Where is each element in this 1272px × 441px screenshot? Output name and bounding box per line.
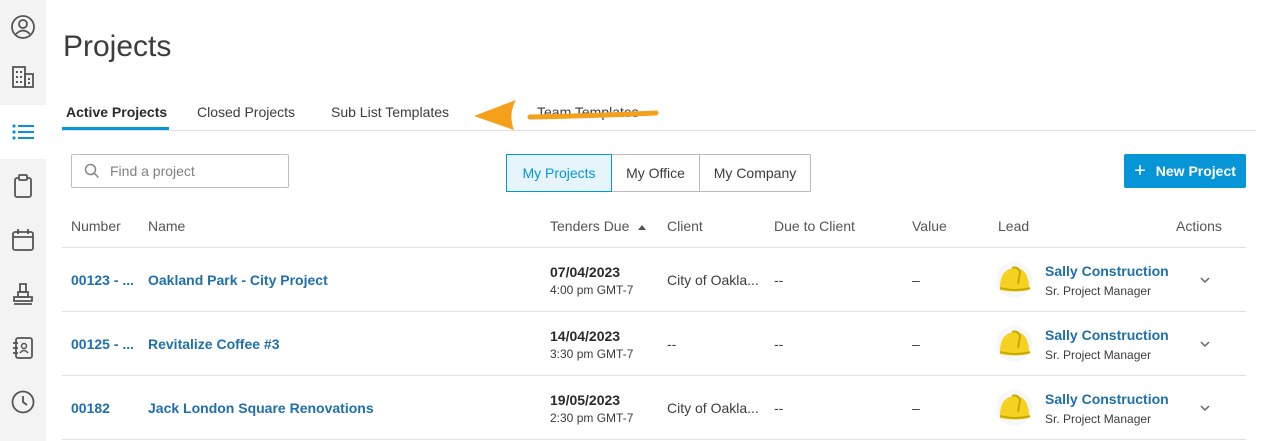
project-name[interactable]: Jack London Square Renovations	[148, 400, 374, 416]
tab-active-projects[interactable]: Active Projects	[66, 104, 167, 120]
plus-icon: +	[1134, 160, 1146, 182]
address-book-icon	[13, 337, 33, 359]
lead-name[interactable]: Sally Construction	[1045, 263, 1169, 279]
hard-hat-avatar-icon	[996, 262, 1032, 298]
header-divider	[62, 247, 1246, 248]
column-header-tenders-due[interactable]: Tenders Due	[550, 218, 647, 234]
lead-role: Sr. Project Manager	[1045, 284, 1152, 298]
clipboard-icon	[14, 174, 32, 198]
calendar-icon	[12, 229, 34, 251]
chevron-down-icon[interactable]	[1198, 273, 1212, 287]
column-header-client[interactable]: Client	[667, 218, 703, 234]
tender-time: 3:30 pm GMT-7	[550, 347, 634, 361]
new-project-button[interactable]: + New Project	[1124, 154, 1246, 188]
lead-name[interactable]: Sally Construction	[1045, 391, 1169, 407]
sidebar-item-history[interactable]	[0, 375, 46, 429]
new-project-label: New Project	[1155, 163, 1236, 179]
lead-name[interactable]: Sally Construction	[1045, 327, 1169, 343]
lead-role: Sr. Project Manager	[1045, 412, 1152, 426]
lead-role: Sr. Project Manager	[1045, 348, 1152, 362]
chevron-down-icon[interactable]	[1198, 337, 1212, 351]
filter-my-projects[interactable]: My Projects	[506, 154, 612, 192]
tender-time: 2:30 pm GMT-7	[550, 411, 634, 425]
chevron-down-icon[interactable]	[1198, 401, 1212, 415]
sort-ascending-icon	[638, 225, 647, 230]
due-to-client: --	[774, 400, 784, 416]
building-icon	[12, 66, 34, 88]
sidebar-item-projects[interactable]	[0, 105, 46, 159]
value: –	[912, 272, 920, 288]
project-scope-filter: My Projects My Office My Company	[506, 154, 811, 192]
sidebar-item-calendar[interactable]	[0, 213, 46, 267]
sidebar-item-approvals[interactable]	[0, 267, 46, 321]
project-name[interactable]: Oakland Park - City Project	[148, 272, 328, 288]
search-input[interactable]	[108, 162, 282, 180]
tab-closed-projects[interactable]: Closed Projects	[197, 104, 295, 120]
column-header-tenders-due-label: Tenders Due	[550, 218, 630, 234]
row-divider	[62, 375, 1246, 376]
tender-date: 14/04/2023	[550, 328, 621, 344]
project-number[interactable]: 00182	[71, 400, 110, 416]
sidebar-item-tasks[interactable]	[0, 159, 46, 213]
sidebar-item-directory[interactable]	[0, 321, 46, 375]
due-to-client: --	[774, 272, 784, 288]
column-header-due-to-client[interactable]: Due to Client	[774, 218, 855, 234]
value: –	[912, 400, 920, 416]
project-name[interactable]: Revitalize Coffee #3	[148, 336, 280, 352]
active-tab-indicator	[62, 127, 169, 130]
hard-hat-avatar-icon	[996, 326, 1032, 362]
client: --	[667, 336, 677, 352]
sidebar	[0, 0, 46, 441]
tab-sub-list-templates[interactable]: Sub List Templates	[331, 104, 449, 120]
column-header-name[interactable]: Name	[148, 218, 185, 234]
tender-date: 19/05/2023	[550, 392, 621, 408]
project-number[interactable]: 00123 - ...	[71, 272, 134, 288]
filter-my-company[interactable]: My Company	[700, 154, 811, 192]
filter-my-office[interactable]: My Office	[612, 154, 700, 192]
hard-hat-avatar-icon	[996, 390, 1032, 426]
clock-icon	[11, 390, 35, 414]
search-icon	[84, 163, 100, 179]
column-header-actions: Actions	[1176, 218, 1222, 234]
client: City of Oakla...	[667, 272, 759, 288]
project-number[interactable]: 00125 - ...	[71, 336, 134, 352]
user-circle-icon	[11, 15, 35, 39]
column-header-value[interactable]: Value	[912, 218, 947, 234]
column-header-lead[interactable]: Lead	[998, 218, 1029, 234]
sidebar-item-profile[interactable]	[0, 0, 46, 54]
client: City of Oakla...	[667, 400, 759, 416]
value: –	[912, 336, 920, 352]
page-title: Projects	[63, 30, 172, 63]
stamp-icon	[13, 283, 33, 305]
tender-date: 07/04/2023	[550, 264, 621, 280]
due-to-client: --	[774, 336, 784, 352]
column-header-number[interactable]: Number	[71, 218, 121, 234]
row-divider	[62, 439, 1246, 440]
row-divider	[62, 311, 1246, 312]
sidebar-item-companies[interactable]	[0, 50, 46, 104]
annotation-arrow-icon	[474, 100, 659, 130]
list-icon	[12, 124, 34, 140]
project-search[interactable]	[71, 154, 289, 188]
tender-time: 4:00 pm GMT-7	[550, 283, 634, 297]
